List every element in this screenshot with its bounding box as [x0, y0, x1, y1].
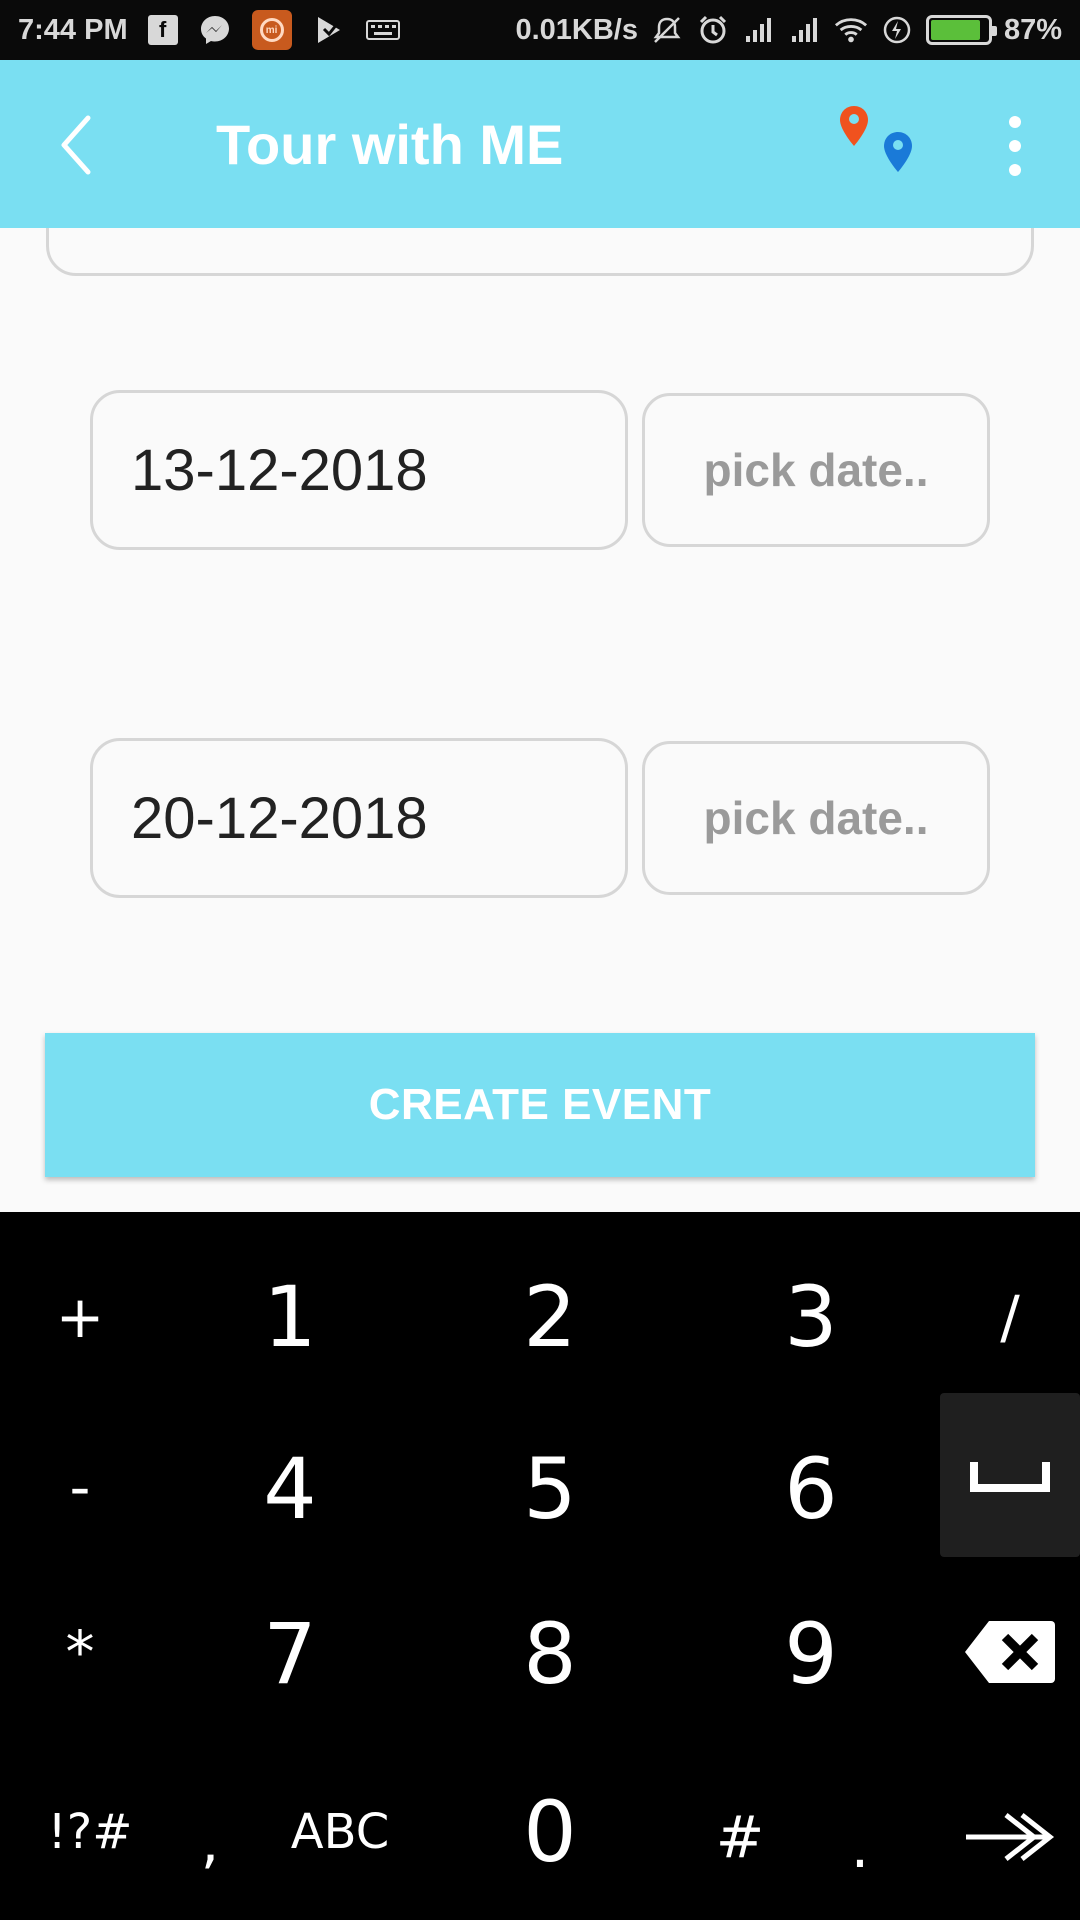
back-arrow-icon[interactable] [52, 110, 112, 180]
keyboard-icon [365, 13, 400, 47]
key-2[interactable]: 2 [495, 1252, 605, 1382]
previous-input-field[interactable] [46, 228, 1034, 276]
charging-icon [880, 13, 914, 47]
pick-end-date-button[interactable]: pick date.. [642, 741, 990, 895]
key-6[interactable]: 6 [756, 1424, 866, 1554]
more-vert-icon[interactable] [1000, 116, 1030, 176]
messenger-icon [198, 13, 232, 47]
key-3[interactable]: 3 [756, 1252, 866, 1382]
key-asterisk[interactable]: * [40, 1602, 120, 1702]
page-title: Tour with ME [216, 113, 564, 176]
key-period[interactable]: . [830, 1797, 890, 1897]
battery-icon [925, 15, 997, 45]
network-speed: 0.01KB/s [515, 13, 638, 46]
status-time: 7:44 PM [18, 13, 128, 46]
start-date-field[interactable]: 13-12-2018 [90, 390, 628, 550]
key-5[interactable]: 5 [495, 1424, 605, 1554]
key-minus[interactable]: - [40, 1437, 120, 1537]
mute-icon [650, 13, 684, 47]
mi-icon: mi [251, 10, 292, 50]
key-1[interactable]: 1 [235, 1252, 345, 1382]
key-hash[interactable]: # [700, 1787, 780, 1887]
event-form: 13-12-2018 pick date.. 20-12-2018 pick d… [0, 228, 1080, 1212]
numeric-keyboard: + 1 2 3 / - 4 5 6 * 7 8 9 !?# , ABC 0 # … [0, 1212, 1080, 1920]
key-slash[interactable]: / [960, 1262, 1060, 1372]
backspace-icon[interactable] [960, 1607, 1060, 1697]
status-bar: 7:44 PM f mi 0.01KB/s 87% [0, 0, 1080, 60]
wifi-icon [834, 13, 868, 47]
battery-percent: 87% [1003, 13, 1062, 46]
key-9[interactable]: 9 [756, 1589, 866, 1719]
key-4[interactable]: 4 [235, 1424, 345, 1554]
pick-start-date-button[interactable]: pick date.. [642, 393, 990, 547]
signal-icon [742, 13, 776, 47]
facebook-icon: f [147, 15, 178, 45]
space-key[interactable] [940, 1393, 1080, 1557]
key-8[interactable]: 8 [495, 1589, 605, 1719]
create-event-button[interactable]: CREATE EVENT [45, 1033, 1035, 1177]
signal-icon [788, 13, 822, 47]
alarm-icon [696, 13, 730, 47]
next-arrow-icon[interactable] [955, 1792, 1065, 1882]
key-abc[interactable]: ABC [270, 1782, 410, 1882]
key-7[interactable]: 7 [235, 1589, 345, 1719]
key-symbols[interactable]: !?# [40, 1782, 140, 1882]
end-date-field[interactable]: 20-12-2018 [90, 738, 628, 898]
key-plus[interactable]: + [40, 1267, 120, 1367]
play-icon [312, 13, 346, 47]
key-comma[interactable]: , [180, 1792, 240, 1892]
key-0[interactable]: 0 [495, 1767, 605, 1897]
app-bar: Tour with ME [0, 60, 1080, 228]
map-pins-icon[interactable] [832, 104, 922, 184]
